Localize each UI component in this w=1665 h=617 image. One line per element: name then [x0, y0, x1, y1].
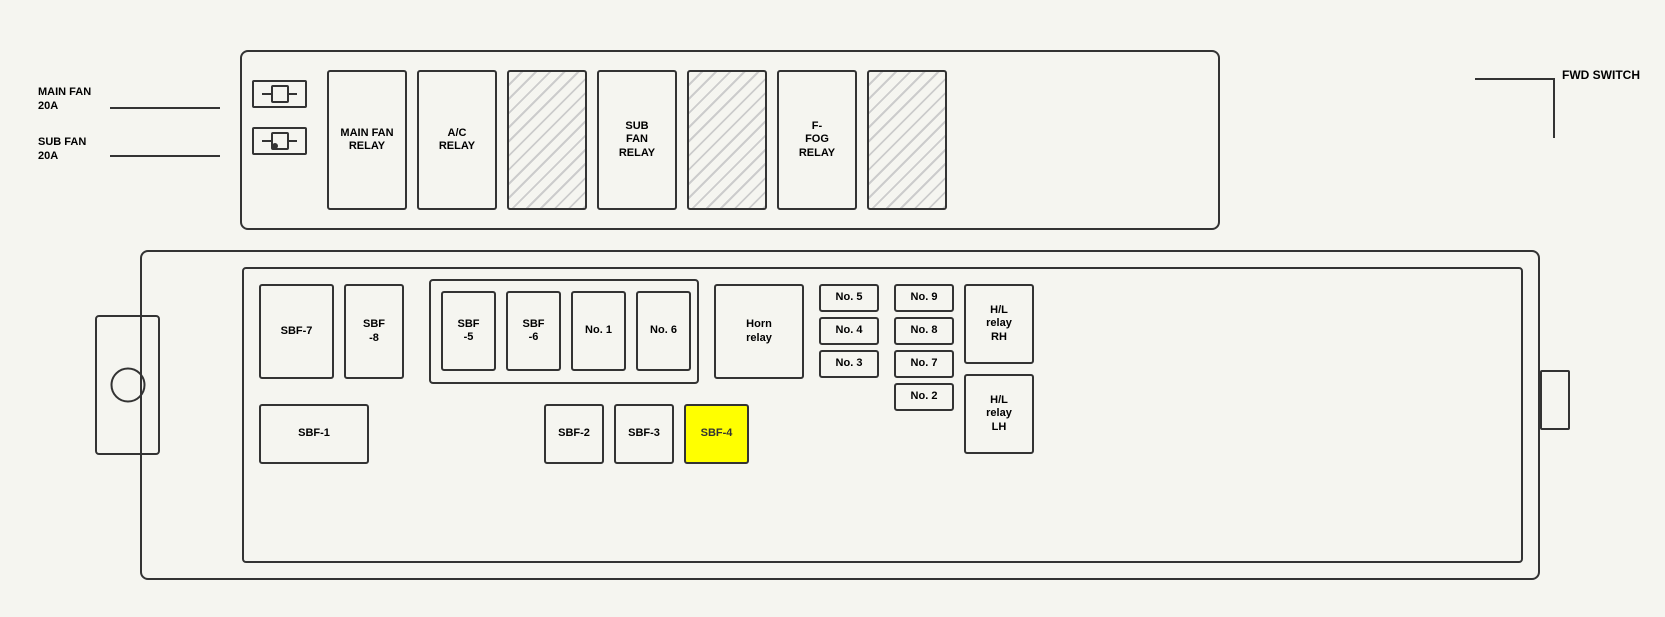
- no1-box: No. 1: [571, 291, 626, 371]
- top-relay-box: MAIN FAN RELAY A/CRELAY SUBFANRELAY F-FO…: [240, 50, 1220, 230]
- sbf5-box: SBF-5: [441, 291, 496, 371]
- bottom-main-box: SBF-7 SBF-8 SBF-5 SBF-6 No. 1: [140, 250, 1540, 580]
- hl-relay-rh-box: H/LrelayRH: [964, 284, 1034, 364]
- main-fan-label: MAIN FAN20A: [38, 85, 91, 114]
- no-col-1: No. 5 No. 4 No. 3: [819, 284, 879, 378]
- horn-relay-box: Hornrelay: [714, 284, 804, 379]
- blank-relay-1: [507, 70, 587, 210]
- main-fan-line: [110, 107, 220, 109]
- f-fog-relay-box: F-FOGRELAY: [777, 70, 857, 210]
- sbf1-box: SBF-1: [259, 404, 369, 464]
- no5-box: No. 5: [819, 284, 879, 312]
- no2-box: No. 2: [894, 383, 954, 411]
- inner-sub-box: SBF-5 SBF-6 No. 1 No. 6: [429, 279, 699, 384]
- ac-relay-box: A/CRELAY: [417, 70, 497, 210]
- sbf7-box: SBF-7: [259, 284, 334, 379]
- sub-fan-fuse-symbol: [252, 127, 307, 155]
- sbf8-box: SBF-8: [344, 284, 404, 379]
- main-fan-fuse-symbol: [252, 80, 307, 108]
- fwd-switch-line: [1475, 78, 1555, 80]
- no6-box: No. 6: [636, 291, 691, 371]
- no3-box: No. 3: [819, 350, 879, 378]
- sub-fan-label: SUB FAN20A: [38, 135, 86, 164]
- no8-box: No. 8: [894, 317, 954, 345]
- no7-box: No. 7: [894, 350, 954, 378]
- main-fan-relay-box: MAIN FAN RELAY: [327, 70, 407, 210]
- sbf3-box: SBF-3: [614, 404, 674, 464]
- no4-box: No. 4: [819, 317, 879, 345]
- no-col-2: No. 9 No. 8 No. 7 No. 2: [894, 284, 954, 411]
- no9-box: No. 9: [894, 284, 954, 312]
- blank-relay-3: [867, 70, 947, 210]
- sub-fan-relay-box: SUBFANRELAY: [597, 70, 677, 210]
- right-connector-tab: [1540, 370, 1570, 430]
- sbf4-box: SBF-4: [684, 404, 749, 464]
- sub-fan-line: [110, 155, 220, 157]
- blank-relay-2: [687, 70, 767, 210]
- fwd-switch-vert-line: [1553, 78, 1555, 138]
- fwd-switch-label: FWD SWITCH: [1562, 68, 1640, 84]
- sbf6-box: SBF-6: [506, 291, 561, 371]
- inner-section-box: SBF-7 SBF-8 SBF-5 SBF-6 No. 1: [242, 267, 1523, 563]
- fuse-diagram: MAIN FAN20A SUB FAN20A MAIN FAN RELAY A/…: [20, 20, 1645, 600]
- hl-relay-lh-box: H/LrelayLH: [964, 374, 1034, 454]
- sbf2-box: SBF-2: [544, 404, 604, 464]
